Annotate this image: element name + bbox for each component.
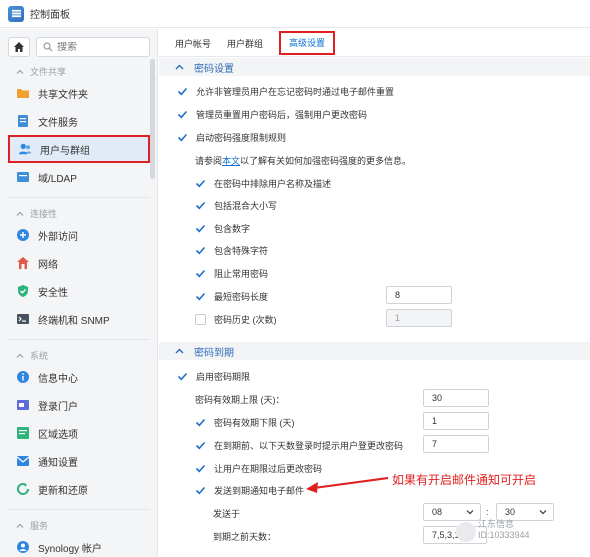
watermark-line: 江东信息 [478, 519, 515, 529]
annotation-text: 如果有开启邮件通知可开启 [392, 473, 537, 487]
watermark: 江东信息 ID:10333944 [478, 519, 530, 541]
watermark-line: ID:10333944 [478, 530, 530, 540]
watermark-logo [456, 522, 476, 542]
